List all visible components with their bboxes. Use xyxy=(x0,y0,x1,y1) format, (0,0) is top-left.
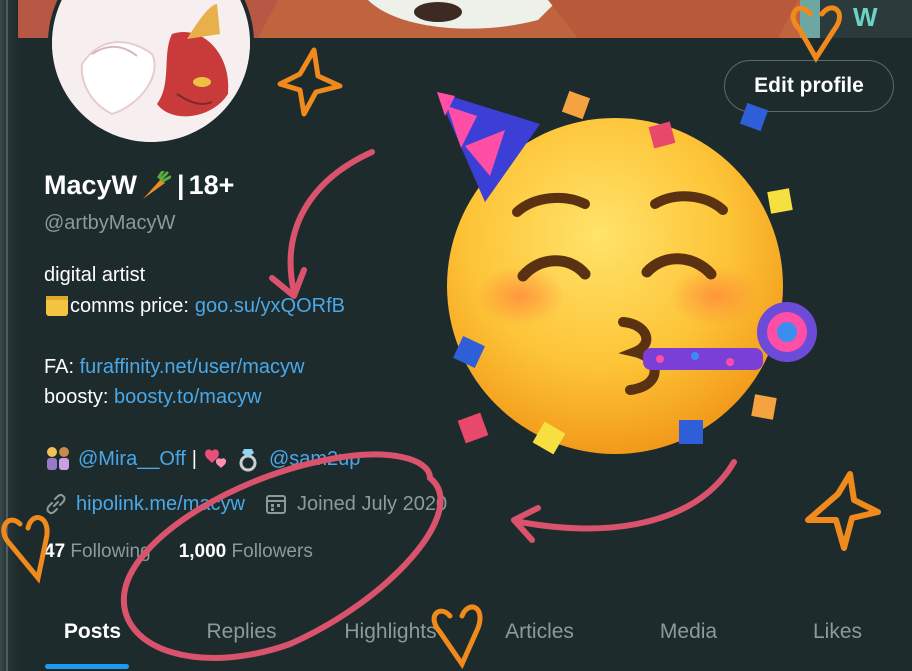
display-name-row: MacyW | 18+ xyxy=(44,170,234,201)
comms-link[interactable]: goo.su/yxQORfB xyxy=(195,295,345,318)
follow-stats: 47 Following 1,000 Followers xyxy=(44,541,313,563)
name-separator: | xyxy=(177,170,185,200)
svg-text:W: W xyxy=(853,2,878,32)
avatar-image xyxy=(52,0,250,142)
couple-emoji-icon xyxy=(47,447,69,470)
fa-link[interactable]: furaffinity.net/user/macyw xyxy=(80,356,305,378)
active-tab-indicator xyxy=(45,664,129,669)
followers-label: Followers xyxy=(231,541,313,562)
bio-comms-line: comms price: goo.su/yxQORfB xyxy=(44,294,345,318)
edit-profile-button[interactable]: Edit profile xyxy=(724,60,894,112)
avatar[interactable] xyxy=(48,0,254,146)
note-emoji-icon xyxy=(46,296,68,316)
hearts-emoji-icon xyxy=(205,449,227,468)
profile-meta: hipolink.me/macyw Joined July 2020 xyxy=(44,492,467,516)
following-count: 47 xyxy=(44,541,66,562)
profile-tabs: Posts Replies Highlights Articles Media … xyxy=(18,600,912,671)
followers-stat[interactable]: 1,000 Followers xyxy=(179,541,313,563)
partying-face-emoji-icon xyxy=(437,90,817,455)
profile-page: W Edit profile MacyW | 18+ @artbyMacyW d… xyxy=(0,0,912,671)
calendar-icon xyxy=(265,495,286,514)
joined-date: Joined July 2020 xyxy=(296,492,448,515)
ring-emoji-icon xyxy=(239,449,257,472)
boosty-label: boosty: xyxy=(44,386,109,408)
handle: @artbyMacyW xyxy=(44,212,176,234)
bio-boosty-line: boosty: boosty.to/macyw xyxy=(44,386,262,409)
comms-label: comms price: xyxy=(70,294,189,317)
tab-replies[interactable]: Replies xyxy=(167,600,316,671)
tab-posts[interactable]: Posts xyxy=(18,600,167,671)
age-tag: 18+ xyxy=(188,170,235,200)
followers-count: 1,000 xyxy=(178,541,227,562)
bio-fa-line: FA: furaffinity.net/user/macyw xyxy=(44,356,304,379)
partner-mention-2[interactable]: @sam2up xyxy=(269,448,360,471)
boosty-link[interactable]: boosty.to/macyw xyxy=(114,386,261,408)
website-link[interactable]: hipolink.me/macyw xyxy=(76,493,245,516)
partners-separator: | xyxy=(191,447,197,470)
window-edge xyxy=(0,0,18,671)
display-name: MacyW xyxy=(44,170,138,200)
joined-item: Joined July 2020 xyxy=(265,493,447,516)
tab-highlights[interactable]: Highlights xyxy=(316,600,465,671)
tab-media[interactable]: Media xyxy=(614,600,763,671)
website-item: hipolink.me/macyw xyxy=(44,492,245,516)
following-label: Following xyxy=(70,541,151,562)
bio-partners-line: @Mira__Off | @sam2up xyxy=(44,446,360,472)
carrot-emoji-icon xyxy=(143,170,172,199)
tab-articles[interactable]: Articles xyxy=(465,600,614,671)
following-stat[interactable]: 47 Following xyxy=(44,541,151,563)
tab-likes[interactable]: Likes xyxy=(763,600,912,671)
partner-mention-1[interactable]: @Mira__Off xyxy=(78,448,186,471)
bio-line-1: digital artist xyxy=(44,264,146,286)
fa-label: FA: xyxy=(44,356,75,378)
link-icon xyxy=(46,493,66,515)
